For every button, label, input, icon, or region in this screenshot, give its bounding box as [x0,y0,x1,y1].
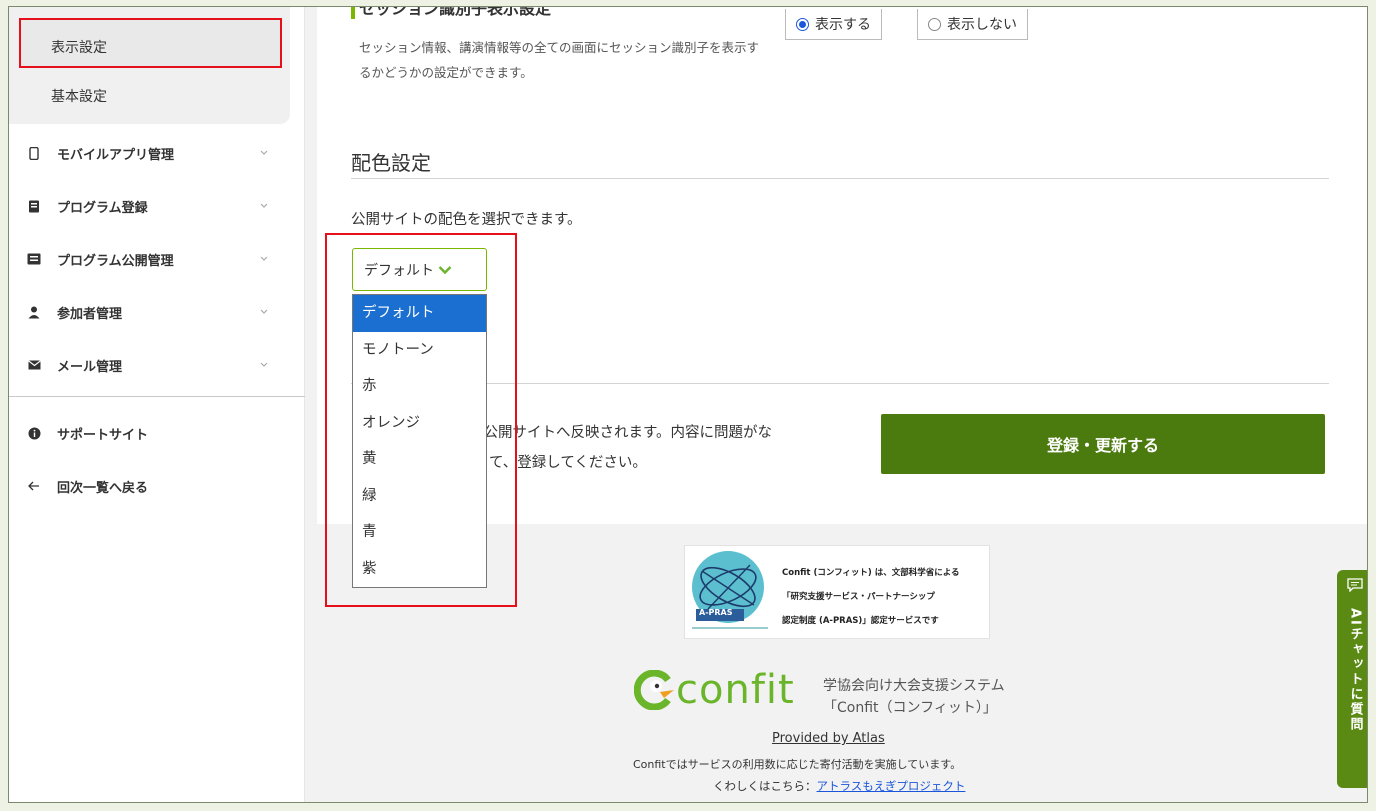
chevron-down-icon [260,150,268,155]
apras-badge-label: A-PRAS [699,608,733,617]
sidebar-item-label: プログラム登録 [57,200,148,216]
highlight-box-dropdown [325,233,517,607]
radio-hide-label: 表示しない [947,17,1017,33]
color-setting-description: 公開サイトの配色を選択できます。 [351,212,582,228]
arrow-left-icon [27,479,41,493]
confit-tagline: 学協会向け大会支援システム 「Confit（コンフィット）」 [823,675,1005,719]
sidebar-link-back-to-list[interactable]: 回次一覧へ戻る [27,474,289,498]
submit-note: に公開サイトへ反映されます。内容に問題がな て、登録してください。 [469,418,889,478]
session-setting-title: セッション識別子表示設定 [359,6,552,18]
confit-logo: confit [634,665,795,715]
info-icon [27,426,41,440]
apras-text-2: 「研究支援サービス・パートナーシップ [782,592,935,602]
sidebar-item-label: プログラム公開管理 [57,253,174,269]
book-icon [27,199,41,213]
sidebar-item-mobile-app[interactable]: モバイルアプリ管理 [27,141,289,165]
app-frame: 表示設定 基本設定 モバイルアプリ管理 プログラム登録 プログラム公開管理 参加… [8,6,1368,803]
apras-text-1: Confit (コンフィット) は、文部科学省による [782,568,960,578]
color-setting-heading: 配色設定 [351,151,431,175]
donation-note: Confitではサービスの利用数に応じた寄付活動を実施しています。 [633,758,962,771]
sidebar-item-mail[interactable]: メール管理 [27,353,289,377]
sidebar-item-program-publish[interactable]: プログラム公開管理 [27,247,289,271]
sidebar-item-label: 参加者管理 [57,306,123,322]
confit-tagline-line-2: 「Confit（コンフィット）」 [823,700,997,716]
sidebar-link-support-site[interactable]: サポートサイト [27,421,289,445]
apras-text-3: 認定制度 (A-PRAS)」認定サービスです [782,616,939,626]
confit-tagline-line-1: 学協会向け大会支援システム [823,678,1005,694]
chevron-down-icon [260,309,268,314]
list-icon [27,252,41,266]
radio-show-label: 表示する [815,17,871,33]
provided-by-link[interactable]: Provided by Atlas [772,731,885,746]
mobile-icon [27,146,41,160]
moegi-project-link[interactable]: アトラスもえぎプロジェクト [817,779,966,793]
sidebar-item-label: サポートサイト [57,427,149,443]
radio-hide[interactable]: 表示しない [917,9,1028,40]
subnav-item-basic-settings[interactable]: 基本設定 [51,86,107,106]
sidebar-item-program-registration[interactable]: プログラム登録 [27,194,289,218]
sidebar-item-participants[interactable]: 参加者管理 [27,300,289,324]
section-marker [351,7,355,19]
sidebar-subnav: 表示設定 基本設定 [9,7,290,124]
ai-chat-tab[interactable]: AIチャットに質問 [1337,570,1367,788]
user-icon [27,305,41,319]
radio-selected-icon [796,17,809,31]
radio-show[interactable]: 表示する [785,9,882,40]
submit-note-line-1: に公開サイトへ反映されます。内容に問題がな [469,425,773,441]
ai-chat-label: AIチャットに質問 [1347,608,1363,732]
apras-logo-icon [692,551,768,629]
mail-icon [27,358,41,372]
sidebar-item-label: メール管理 [57,359,123,375]
subnav-item-display-settings[interactable]: 表示設定 [51,37,107,57]
apras-badge[interactable]: A-PRAS Confit (コンフィット) は、文部科学省による 「研究支援サ… [684,545,990,639]
radio-unselected-icon [928,17,941,31]
confit-duck-icon [634,670,674,710]
submit-button[interactable]: 登録・更新する [881,414,1325,474]
details-prefix: くわしくはこちら： [713,779,817,793]
chat-icon [1347,578,1363,592]
sidebar: 表示設定 基本設定 モバイルアプリ管理 プログラム登録 プログラム公開管理 参加… [9,7,305,802]
details-note: くわしくはこちら：アトラスもえぎプロジェクト [713,778,965,794]
sidebar-item-label: モバイルアプリ管理 [57,147,175,163]
sidebar-divider [9,396,305,397]
chevron-down-icon [260,256,268,261]
session-setting-description: セッション情報、講演情報等の全ての画面にセッション識別子を表示するかどうかの設定… [359,40,760,80]
submit-note-line-2: て、登録してください。 [489,455,647,471]
chevron-down-icon [260,203,268,208]
confit-wordmark: confit [676,667,795,713]
chevron-down-icon [260,362,268,367]
heading-underline [351,178,1329,179]
sidebar-item-label: 回次一覧へ戻る [57,480,149,496]
